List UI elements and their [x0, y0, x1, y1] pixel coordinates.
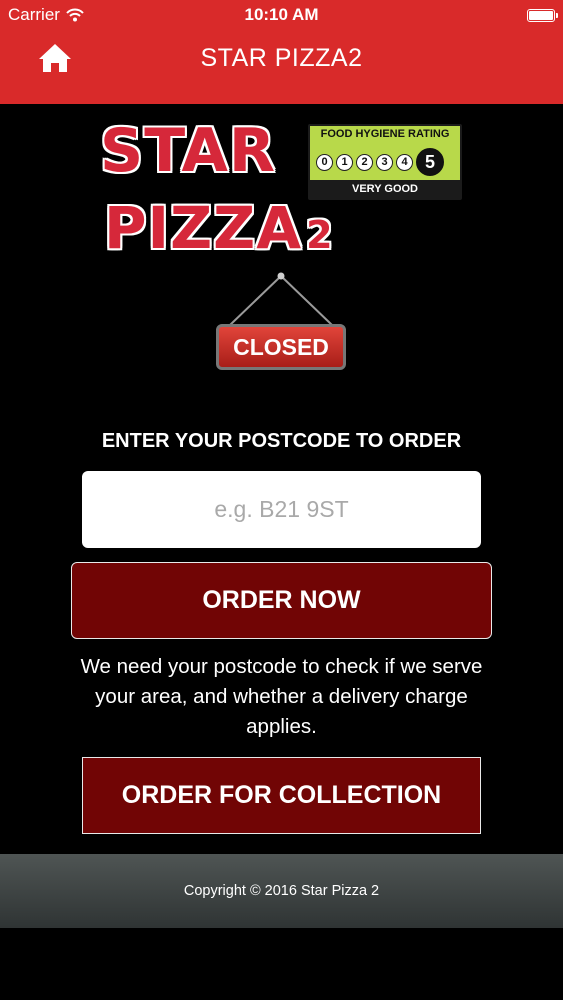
rating-4: 4: [396, 153, 413, 171]
closed-sign: CLOSED: [0, 268, 563, 378]
rating-scale: 0 1 2 3 4 5: [316, 148, 444, 176]
closed-status-badge: CLOSED: [216, 324, 346, 370]
logo-line-1: STAR: [100, 116, 277, 186]
food-hygiene-rating-badge: FOOD HYGIENE RATING 0 1 2 3 4 5 VERY GOO…: [308, 124, 462, 200]
logo-line-2-text: PIZZA: [104, 194, 303, 262]
postcode-input[interactable]: [82, 471, 481, 548]
order-now-button[interactable]: ORDER NOW: [71, 562, 492, 639]
status-bar: Carrier 10:10 AM: [0, 0, 563, 30]
order-for-collection-button[interactable]: ORDER FOR COLLECTION: [82, 757, 481, 834]
rating-label: VERY GOOD: [310, 180, 460, 198]
rating-1: 1: [336, 153, 353, 171]
postcode-heading: ENTER YOUR POSTCODE TO ORDER: [101, 430, 462, 452]
rating-heading: FOOD HYGIENE RATING: [320, 128, 450, 140]
footer-copyright: Copyright © 2016 Star Pizza 2: [0, 854, 563, 928]
logo-line-2-suffix: 2: [306, 213, 334, 257]
status-time: 10:10 AM: [244, 5, 319, 24]
battery-icon: [527, 9, 558, 22]
page-title: STAR PIZZA2: [200, 44, 363, 72]
rating-2: 2: [356, 153, 373, 171]
logo-line-2: PIZZA 2: [104, 194, 334, 262]
rating-selected-5: 5: [416, 148, 444, 176]
rating-3: 3: [376, 153, 393, 171]
postcode-note: We need your postcode to check if we ser…: [80, 655, 483, 738]
rating-0: 0: [316, 153, 333, 171]
nav-bar: STAR PIZZA2: [0, 30, 563, 104]
